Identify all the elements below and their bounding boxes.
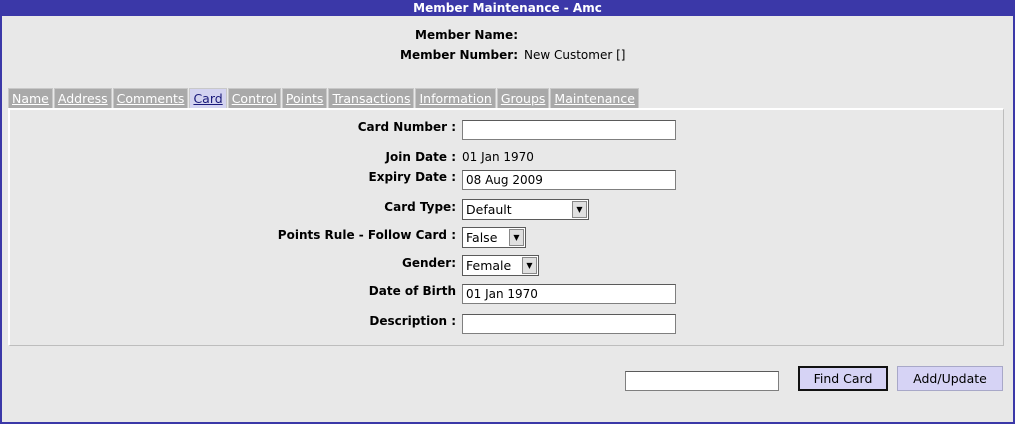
member-number-label: Member Number: — [400, 48, 518, 62]
points-rule-select[interactable]: False ▼ — [462, 227, 526, 248]
card-type-select[interactable]: Default ▼ — [462, 199, 589, 220]
tab-maintenance[interactable]: Maintenance — [550, 88, 639, 108]
tab-points[interactable]: Points — [281, 88, 328, 108]
chevron-down-icon[interactable]: ▼ — [509, 229, 524, 246]
expiry-date-label: Expiry Date : — [368, 170, 456, 184]
find-card-input[interactable] — [625, 371, 779, 391]
find-card-button[interactable]: Find Card — [798, 366, 888, 391]
dob-input[interactable] — [462, 284, 676, 304]
tab-transactions[interactable]: Transactions — [328, 88, 415, 108]
gender-label: Gender: — [402, 256, 456, 270]
join-date-label: Join Date : — [385, 150, 456, 164]
card-number-label: Card Number : — [357, 120, 456, 134]
tab-information[interactable]: Information — [415, 88, 496, 108]
expiry-date-input[interactable] — [462, 170, 676, 190]
member-name-label: Member Name: — [415, 28, 518, 42]
tab-card[interactable]: Card — [189, 88, 227, 108]
tab-name[interactable]: Name — [8, 88, 53, 108]
chevron-down-icon[interactable]: ▼ — [522, 257, 537, 274]
tab-groups[interactable]: Groups — [496, 88, 550, 108]
points-rule-selected: False — [466, 230, 498, 245]
points-rule-label: Points Rule - Follow Card : — [277, 228, 456, 242]
add-update-button[interactable]: Add/Update — [897, 366, 1003, 391]
chevron-down-icon[interactable]: ▼ — [572, 201, 587, 218]
window-frame-left — [0, 16, 2, 424]
gender-select[interactable]: Female ▼ — [462, 255, 539, 276]
description-label: Description : — [369, 314, 456, 328]
card-type-selected: Default — [466, 202, 512, 217]
gender-selected: Female — [466, 258, 512, 273]
tab-comments[interactable]: Comments — [112, 88, 189, 108]
dob-label: Date of Birth — [368, 284, 456, 298]
tab-bar: Name Address Comments Card Control Point… — [8, 88, 640, 109]
tab-address[interactable]: Address — [53, 88, 112, 108]
member-number-value: New Customer [] — [524, 48, 626, 62]
card-number-input[interactable] — [462, 120, 676, 140]
join-date-value: 01 Jan 1970 — [462, 150, 534, 164]
tab-control[interactable]: Control — [227, 88, 281, 108]
window-title: Member Maintenance - Amc — [0, 0, 1015, 16]
description-input[interactable] — [462, 314, 676, 334]
card-type-label: Card Type: — [384, 200, 456, 214]
